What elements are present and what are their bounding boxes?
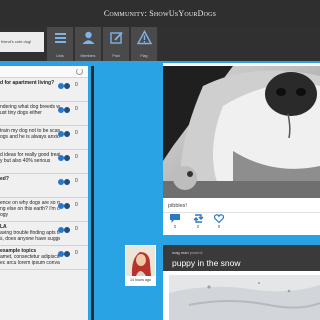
nav-flag-label: Flag — [140, 54, 148, 58]
post-time: 14 hours ago — [130, 278, 151, 282]
user-dot-icon — [64, 131, 70, 137]
thread-text: ng else on this earth? I'm curious — [0, 206, 60, 212]
heart-icon — [214, 214, 224, 223]
nav-post-button[interactable]: Post — [103, 27, 130, 61]
repost-count: 0 — [196, 224, 200, 229]
like-count: 0 — [217, 224, 221, 229]
dog-photo[interactable] — [163, 66, 320, 198]
thread-item[interactable]: ndering what dog breeds wouldust tiny do… — [0, 102, 88, 126]
nav-flag-button[interactable]: Flag — [131, 27, 158, 61]
thread-meta: 0 — [58, 202, 84, 211]
avatar-photo — [126, 246, 155, 276]
thread-text: ogy — [0, 212, 9, 218]
reply-count: 0 — [75, 250, 78, 256]
post-card-2: mag man posted: puppy in the snow — [163, 245, 320, 320]
reply-button[interactable]: 0 — [165, 214, 185, 234]
snow-photo[interactable] — [169, 275, 320, 320]
post-caption: pibbles! — [168, 203, 187, 209]
thread-text: ogs and he is always anxiols — [0, 134, 60, 140]
post-title[interactable]: puppy in the snow — [172, 258, 241, 268]
thread-item[interactable]: example topics amet, consectetur adipisci… — [0, 246, 88, 270]
post-byline: mag man posted: — [172, 250, 203, 255]
post-verb: posted: — [189, 250, 203, 255]
scrollbar[interactable] — [91, 66, 94, 320]
reply-count: 0 — [75, 106, 78, 112]
user-dot-icon — [64, 251, 70, 257]
warning-icon — [137, 30, 152, 45]
divider — [163, 212, 320, 213]
edit-icon — [110, 31, 123, 44]
reply-count: 0 — [75, 202, 78, 208]
avatar[interactable]: 14 hours ago — [125, 245, 156, 286]
thread-item[interactable]: LA aving trouble finding apts that s, does… — [0, 222, 88, 246]
thread-item[interactable]: d ideas for really good treat Doney but … — [0, 150, 88, 174]
reply-count: 0 — [75, 226, 78, 232]
comment-icon — [170, 214, 180, 223]
thread-text: d for apartment living? — [0, 80, 55, 86]
reply-count: 0 — [75, 178, 78, 184]
app-title: Community: ShowUsYourDogs — [0, 0, 320, 27]
search-input[interactable]: friend's cute dog! — [0, 32, 44, 52]
thread-item[interactable]: ed? 0 — [0, 174, 88, 198]
avatar-image — [126, 246, 155, 276]
thread-meta: 0 — [58, 130, 84, 139]
thread-text: ec arcu lorem ipsum convallis — [0, 260, 60, 266]
thread-item[interactable]: train my dog not to be scared ofogs and … — [0, 126, 88, 150]
thread-meta: 0 — [58, 178, 84, 187]
lists-icon — [55, 33, 66, 43]
post-author[interactable]: mag man — [172, 250, 189, 255]
thread-text: s, does anyone have suggestions? — [0, 236, 60, 242]
user-dot-icon — [64, 179, 70, 185]
post-card: pibbles! 0 0 0 — [163, 63, 320, 235]
repost-icon — [193, 214, 203, 223]
user-dot-icon — [64, 203, 70, 209]
thread-meta: 0 — [58, 82, 84, 91]
nav-lists-button[interactable]: Lists — [47, 27, 74, 61]
thread-text: y but also 40% serious — [0, 158, 51, 164]
thread-list-panel: d for apartment living? 0 ndering what dog… — [0, 66, 88, 320]
thread-meta: 0 — [58, 226, 84, 235]
dog-nose-image — [163, 66, 320, 198]
snow-image — [169, 275, 320, 320]
reply-count: 0 — [75, 130, 78, 136]
nav-bar: friend's cute dog! Lists Members Post Fl… — [0, 27, 320, 61]
reply-count: 0 — [173, 224, 177, 229]
thread-item[interactable]: d for apartment living? 0 — [0, 78, 88, 102]
nav-members-button[interactable]: Members — [75, 27, 102, 61]
user-dot-icon — [64, 227, 70, 233]
user-dot-icon — [64, 83, 70, 89]
thread-meta: 0 — [58, 154, 84, 163]
nav-lists-label: Lists — [56, 54, 64, 58]
reply-count: 0 — [75, 154, 78, 160]
nav-members-label: Members — [80, 54, 96, 58]
user-dot-icon — [64, 107, 70, 113]
thread-list: d for apartment living? 0 ndering what dog… — [0, 78, 88, 270]
refresh-icon[interactable] — [76, 68, 83, 75]
user-icon — [82, 31, 95, 44]
user-dot-icon — [64, 155, 70, 161]
post-header: mag man posted: puppy in the snow — [163, 245, 320, 271]
thread-meta: 0 — [58, 106, 84, 115]
thread-meta: 0 — [58, 250, 84, 259]
thread-list-header — [0, 66, 88, 78]
reply-count: 0 — [75, 82, 78, 88]
thread-text: ust tiny dogs either — [0, 110, 42, 116]
like-button[interactable]: 0 — [209, 214, 229, 234]
thread-text: ed? — [0, 176, 9, 182]
nav-post-label: Post — [112, 54, 120, 58]
repost-button[interactable]: 0 — [188, 214, 208, 234]
thread-item[interactable]: ence on why dogs are so muchng else on t… — [0, 198, 88, 222]
